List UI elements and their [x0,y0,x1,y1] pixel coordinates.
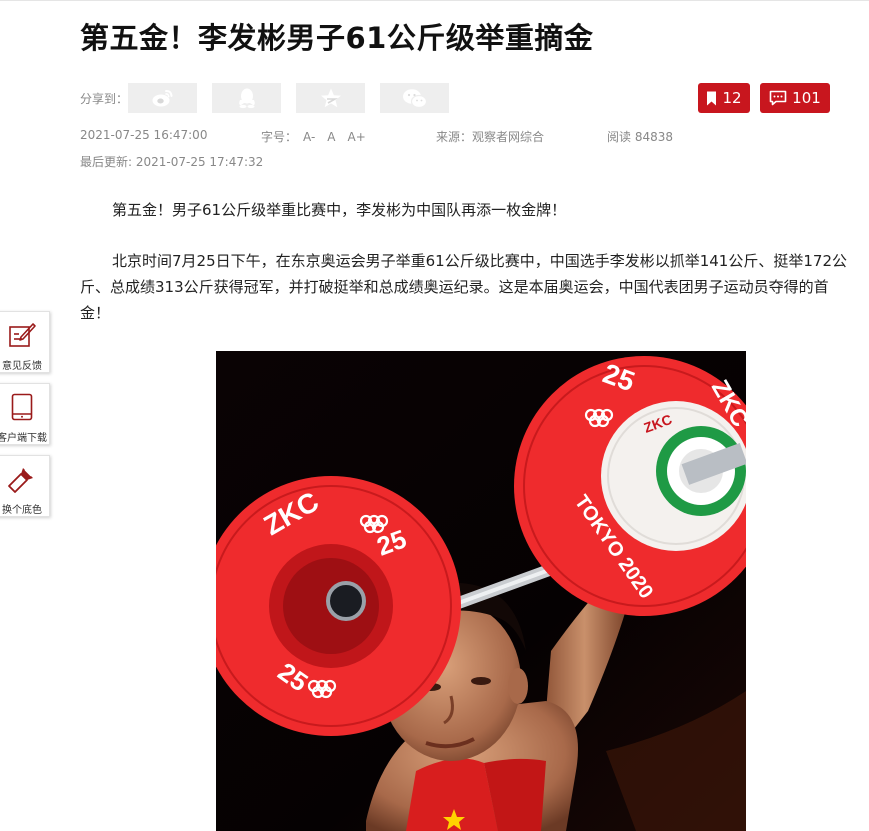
share-qq-button[interactable] [212,83,281,113]
feedback-button[interactable]: 意见反馈 [0,311,50,373]
font-size-label: 字号： [261,130,298,144]
comment-button[interactable]: 101 [760,83,830,113]
source-label: 来源：观察者网综合 [436,130,545,144]
font-size-small-button[interactable]: A- [303,130,315,144]
comment-icon [769,90,787,106]
read-count: 阅读 84838 [607,130,673,144]
change-background-button[interactable]: 换个底色 [0,455,50,517]
feedback-label: 意见反馈 [2,361,42,372]
tablet-icon [11,393,33,421]
change-background-label: 换个底色 [2,505,42,516]
app-download-button[interactable]: 客户端下载 [0,383,50,445]
top-border [0,0,869,1]
edit-feedback-icon [9,323,36,347]
font-size-control: 字号： A- A A+ [261,128,372,145]
qzone-star-icon [320,88,341,108]
article-photo: ZKC 25 25 ZKC 25 ZKC TOKYO 2020 [216,351,746,831]
body-paragraph: 北京时间7月25日下午，在东京奥运会男子举重61公斤级比赛中，中国选手李发彬以抓… [80,252,847,322]
font-size-normal-button[interactable]: A [327,130,335,144]
paint-brush-icon [8,468,33,493]
bookmark-button[interactable]: 12 [698,83,750,113]
share-label: 分享到： [80,92,129,106]
share-qzone-button[interactable] [296,83,365,113]
last-updated: 最后更新: 2021-07-25 17:47:32 [80,155,264,169]
share-weibo-button[interactable] [128,83,197,113]
bookmark-count: 12 [722,89,742,107]
weibo-icon [152,89,172,107]
qq-icon [238,88,255,109]
publish-time: 2021-07-25 16:47:00 [80,128,208,142]
share-wechat-button[interactable] [380,83,449,113]
comment-count: 101 [792,89,821,107]
bookmark-icon [707,91,717,105]
article-title: 第五金！李发彬男子61公斤级举重摘金 [80,21,594,55]
app-download-label: 客户端下载 [0,433,47,444]
font-size-large-button[interactable]: A+ [348,130,366,144]
wechat-icon [402,88,427,108]
weightlifter-illustration: ZKC 25 25 ZKC 25 ZKC TOKYO 2020 [216,351,746,831]
lead-paragraph: 第五金！男子61公斤级举重比赛中，李发彬为中国队再添一枚金牌！ [112,201,567,219]
